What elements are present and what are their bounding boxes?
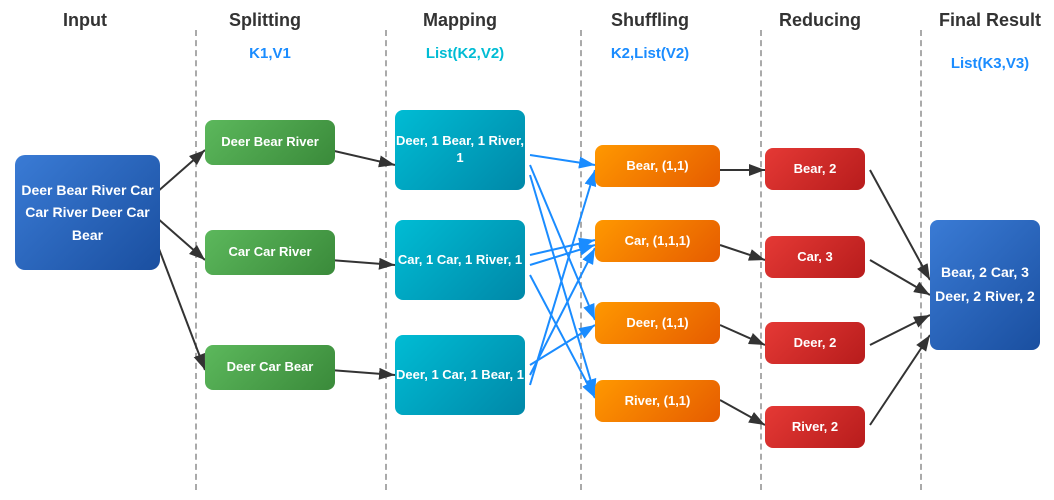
- header-input: Input: [20, 10, 150, 31]
- sub-header-splitting: K1,V1: [210, 45, 330, 62]
- sub-header-mapping: List(K2,V2): [395, 45, 535, 62]
- header-final-result: Final Result: [930, 10, 1050, 31]
- dashed-line-1: [195, 30, 197, 490]
- shuffle-box-4: River, (1,1): [595, 380, 720, 422]
- dashed-line-3: [580, 30, 582, 490]
- reduce-box-4: River, 2: [765, 406, 865, 448]
- sub-header-shuffling: K2,List(V2): [580, 45, 720, 62]
- final-result-box: Bear, 2 Car, 3 Deer, 2 River, 2: [930, 220, 1040, 350]
- shuffle-box-1: Bear, (1,1): [595, 145, 720, 187]
- dashed-line-4: [760, 30, 762, 490]
- header-splitting: Splitting: [200, 10, 330, 31]
- header-shuffling: Shuffling: [580, 10, 720, 31]
- header-reducing: Reducing: [760, 10, 880, 31]
- input-box: Deer Bear River Car Car River Deer Car B…: [15, 155, 160, 270]
- map-box-1: Deer, 1 Bear, 1 River, 1: [395, 110, 525, 190]
- reduce-box-2: Car, 3: [765, 236, 865, 278]
- split-box-1: Deer Bear River: [205, 120, 335, 165]
- map-box-3: Deer, 1 Car, 1 Bear, 1: [395, 335, 525, 415]
- shuffle-box-3: Deer, (1,1): [595, 302, 720, 344]
- reduce-box-1: Bear, 2: [765, 148, 865, 190]
- dashed-line-5: [920, 30, 922, 490]
- header-mapping: Mapping: [395, 10, 525, 31]
- reduce-box-3: Deer, 2: [765, 322, 865, 364]
- map-box-2: Car, 1 Car, 1 River, 1: [395, 220, 525, 300]
- split-box-2: Car Car River: [205, 230, 335, 275]
- sub-header-final: List(K3,V3): [930, 55, 1050, 72]
- shuffle-box-2: Car, (1,1,1): [595, 220, 720, 262]
- split-box-3: Deer Car Bear: [205, 345, 335, 390]
- mapreduce-diagram: Input Splitting Mapping Shuffling Reduci…: [0, 0, 1054, 500]
- dashed-line-2: [385, 30, 387, 490]
